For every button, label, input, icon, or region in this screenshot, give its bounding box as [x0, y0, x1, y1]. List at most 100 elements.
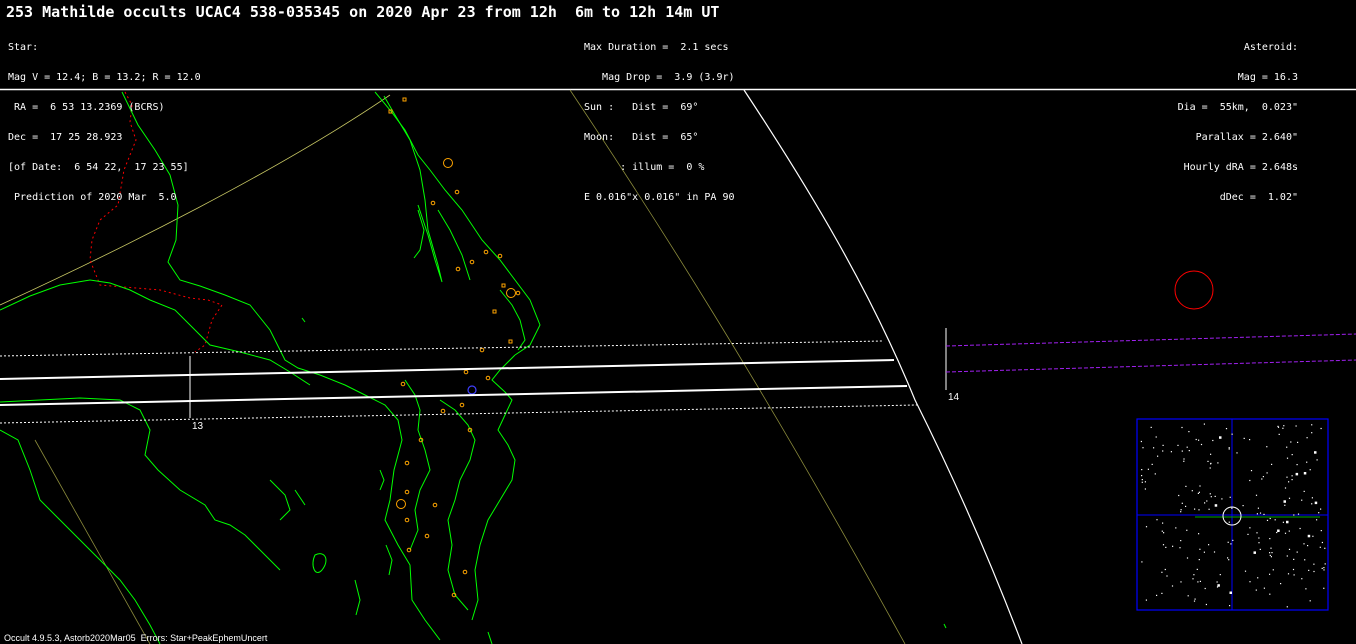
background-star — [1145, 526, 1148, 528]
time-label-13: 13 — [192, 421, 204, 432]
site-marker — [485, 375, 491, 381]
path-north-limit — [0, 359, 895, 380]
background-star — [1185, 485, 1187, 487]
background-star — [1229, 496, 1231, 498]
background-star — [1247, 533, 1249, 535]
background-star — [1269, 538, 1271, 540]
offset-line-south — [945, 359, 1356, 373]
background-star — [1236, 452, 1238, 454]
background-star — [1231, 507, 1233, 509]
background-star — [1198, 491, 1200, 493]
background-star — [1141, 481, 1143, 483]
site-marker — [443, 158, 453, 168]
background-star — [1195, 438, 1197, 441]
background-star — [1291, 479, 1293, 481]
path-south-limit — [0, 385, 908, 406]
background-star — [1296, 464, 1298, 466]
background-star — [1276, 531, 1278, 534]
background-star — [1249, 479, 1251, 482]
background-star — [1228, 521, 1230, 523]
background-star — [1297, 441, 1299, 443]
background-star — [1255, 589, 1257, 591]
background-star — [1313, 570, 1315, 573]
background-star — [1181, 426, 1183, 429]
site-marker — [492, 309, 497, 314]
background-star — [1225, 428, 1228, 430]
background-star — [1180, 581, 1182, 583]
background-star — [1227, 541, 1229, 543]
background-star — [1286, 446, 1288, 448]
background-star — [1229, 605, 1231, 607]
star-info-line: Mag V = 12.4; B = 13.2; R = 12.0 — [8, 72, 201, 83]
site-marker — [483, 249, 489, 255]
background-star — [1157, 455, 1159, 457]
background-star — [1198, 559, 1200, 561]
background-star — [1309, 469, 1311, 471]
background-star — [1286, 520, 1289, 524]
site-marker — [396, 499, 406, 509]
background-star — [1282, 427, 1284, 429]
background-star — [1311, 424, 1313, 426]
event-info-line: Mag Drop = 3.9 (3.9r) — [584, 72, 735, 83]
star-info: Star: Mag V = 12.4; B = 13.2; R = 12.0 R… — [8, 23, 201, 213]
background-star — [1271, 463, 1273, 465]
background-star — [1219, 436, 1222, 439]
background-star — [1208, 544, 1210, 546]
asteroid-info-line: Asteroid: — [1243, 42, 1298, 53]
background-star — [1284, 504, 1286, 506]
background-star — [1228, 559, 1230, 561]
background-star — [1198, 509, 1200, 511]
star-info-line: Dec = 17 25 28.923 — [8, 132, 123, 143]
background-star — [1259, 512, 1262, 514]
background-star — [1255, 494, 1258, 496]
site-marker — [497, 253, 503, 259]
background-star — [1243, 437, 1245, 439]
background-star — [1209, 467, 1211, 469]
background-star — [1277, 425, 1279, 427]
background-star — [1232, 539, 1234, 541]
background-star — [1269, 552, 1271, 554]
asteroid-info-line: Hourly dRA = 2.648s — [1183, 162, 1298, 173]
background-star — [1151, 463, 1153, 465]
background-star — [1270, 547, 1272, 549]
background-star — [1278, 433, 1280, 435]
background-star — [1313, 563, 1315, 565]
background-star — [1141, 475, 1143, 477]
background-star — [1295, 425, 1297, 427]
path-uncertainty-north — [0, 340, 884, 357]
site-marker — [479, 347, 485, 353]
background-star — [1197, 492, 1199, 494]
background-star — [1179, 547, 1181, 549]
background-star — [1161, 592, 1163, 594]
background-star — [1203, 551, 1205, 553]
background-star — [1142, 447, 1144, 449]
background-star — [1307, 545, 1309, 547]
background-star — [1283, 500, 1286, 503]
background-star — [1287, 573, 1290, 575]
background-star — [1288, 548, 1291, 550]
background-star — [1303, 472, 1307, 475]
background-star — [1269, 517, 1271, 520]
background-star — [1207, 460, 1209, 462]
background-star — [1320, 427, 1322, 430]
background-star — [1162, 522, 1164, 524]
background-star — [1228, 447, 1230, 449]
background-star — [1303, 543, 1305, 545]
background-star — [1257, 577, 1259, 579]
background-star — [1305, 588, 1307, 590]
event-info-line: E 0.016"x 0.016" in PA 90 — [584, 192, 735, 203]
selected-site-marker — [467, 385, 477, 395]
site-marker — [400, 381, 406, 387]
background-star — [1217, 584, 1220, 587]
background-star — [1293, 514, 1295, 516]
shadow-path: 13 14 — [0, 328, 1356, 432]
background-star — [1318, 512, 1320, 514]
background-star — [1323, 587, 1325, 589]
background-star — [1250, 470, 1253, 472]
asteroid-info: Asteroid: Mag = 16.3 Dia = 55km, 0.023" … — [1172, 23, 1298, 213]
background-star — [1180, 511, 1182, 513]
background-star — [1319, 546, 1321, 548]
star-info-line: Prediction of 2020 Mar 5.0 — [8, 192, 177, 203]
background-star — [1230, 543, 1232, 545]
background-star — [1324, 563, 1326, 565]
